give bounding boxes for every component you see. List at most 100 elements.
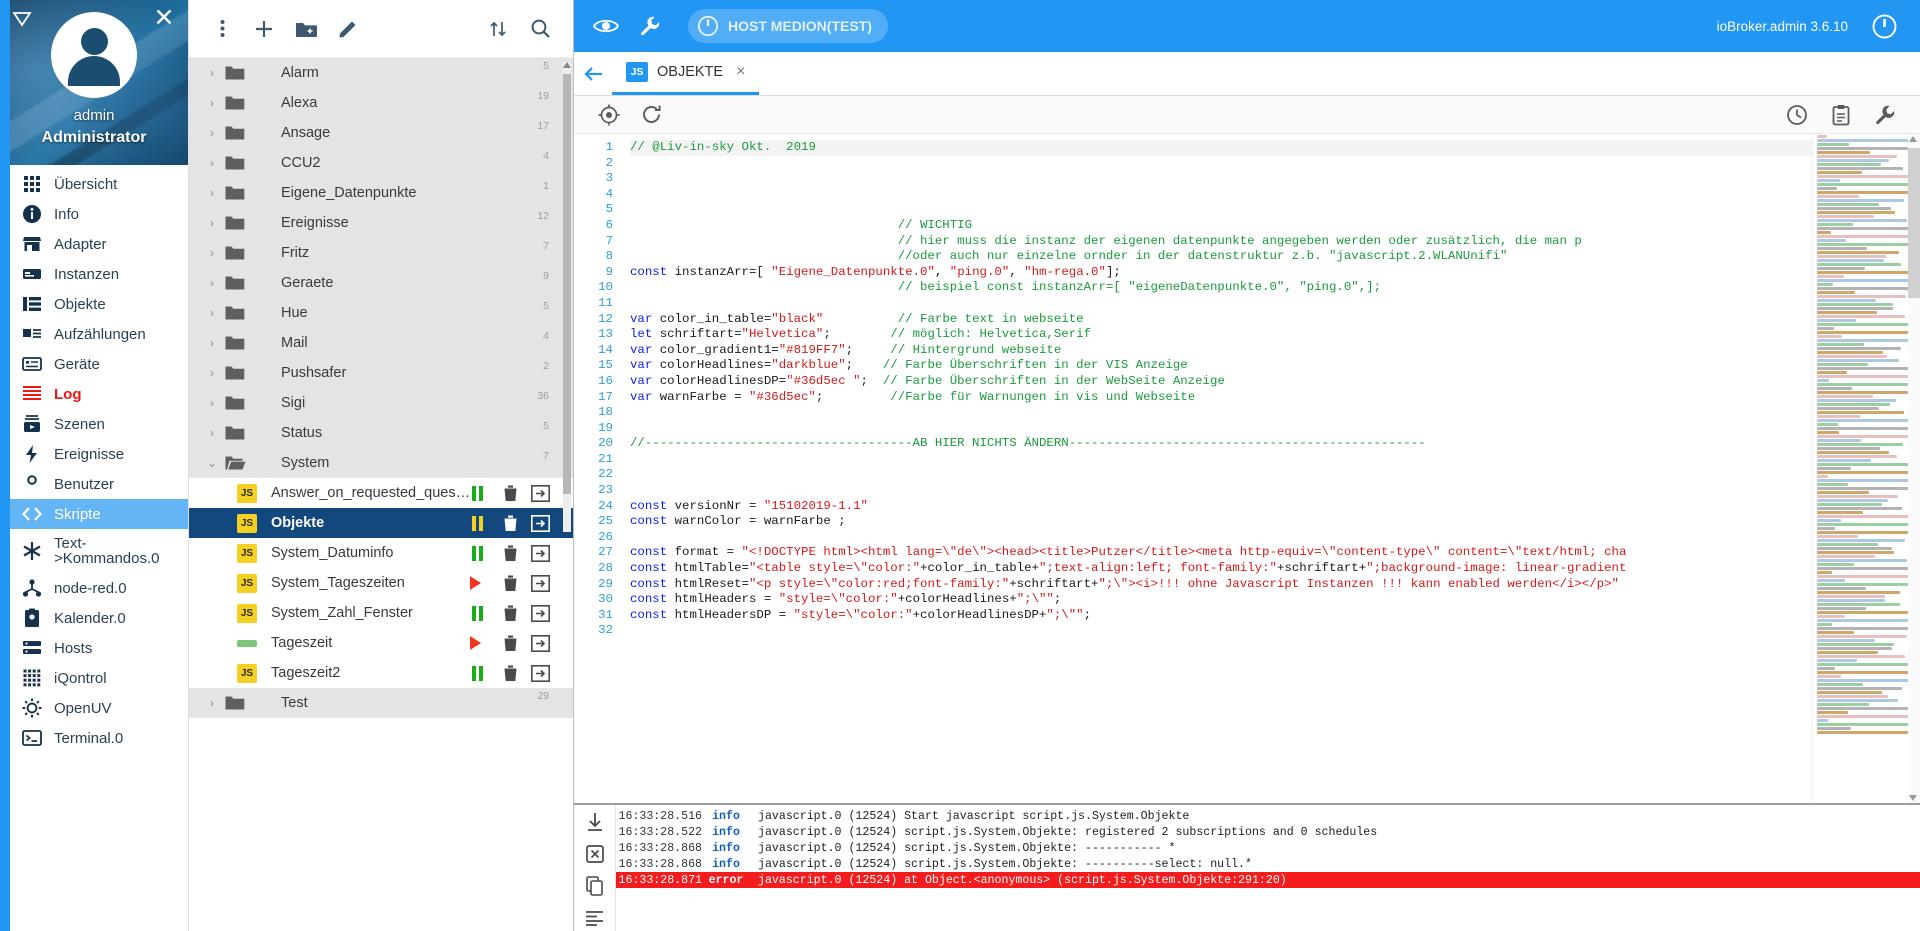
- export-script-icon[interactable]: [525, 514, 555, 532]
- chevron-right-icon[interactable]: ›: [201, 156, 223, 170]
- scroll-thumb[interactable]: [563, 74, 571, 494]
- sidebar-item-bersicht[interactable]: Übersicht: [0, 169, 188, 199]
- download-icon[interactable]: [582, 809, 608, 835]
- code-line[interactable]: var colorHeadlinesDP="#36d5ec "; // Farb…: [630, 374, 1812, 390]
- log-row-error[interactable]: 16:33:28.871 error javascript.0 (12524) at…: [616, 872, 1920, 888]
- code-line[interactable]: const htmlHeadersDP = "style=\"color:"+c…: [630, 608, 1812, 624]
- tree-folder-row[interactable]: › Test 29: [189, 688, 573, 718]
- code-line[interactable]: //oder auch nur einzelne ornder in der d…: [630, 249, 1812, 265]
- chevron-right-icon[interactable]: ›: [201, 306, 223, 320]
- chevron-right-icon[interactable]: ›: [201, 216, 223, 230]
- code-editor[interactable]: 1 2 3 4 5 6 7 8 9 10 11 12 13 14 15 16 17 18 19 20 21 22 23 24 2…: [574, 134, 1812, 803]
- host-chip[interactable]: HOST MEDION(TEST): [688, 9, 888, 43]
- tree-folder-row[interactable]: › Pushsafer 2: [189, 358, 573, 388]
- collapse-menu-icon[interactable]: [11, 8, 33, 30]
- chevron-right-icon[interactable]: ›: [201, 426, 223, 440]
- sidebar-item-iqontrol[interactable]: iQontrol: [0, 663, 188, 693]
- more-vert-icon[interactable]: [203, 10, 241, 48]
- copy-icon[interactable]: [582, 873, 608, 899]
- code-line[interactable]: var warnFarbe = "#36d5ec"; //Farbe für W…: [630, 390, 1812, 406]
- delete-script-icon[interactable]: [495, 515, 525, 532]
- sidebar-item-kalender-0[interactable]: Kalender.0: [0, 603, 188, 633]
- delete-script-icon[interactable]: [495, 605, 525, 622]
- code-line[interactable]: [630, 202, 1812, 218]
- export-script-icon[interactable]: [525, 574, 555, 592]
- tree-folder-row[interactable]: ⌄ System 7: [189, 448, 573, 478]
- add-script-icon[interactable]: [245, 10, 283, 48]
- scroll-up-arrow[interactable]: [563, 62, 571, 68]
- sidebar-item-openuv[interactable]: OpenUV: [0, 693, 188, 723]
- code-line[interactable]: [630, 156, 1812, 172]
- chevron-down-icon[interactable]: ⌄: [201, 456, 223, 470]
- tree-script-row[interactable]: JS System_Zahl_Fenster: [189, 598, 573, 628]
- code-minimap[interactable]: [1812, 134, 1920, 803]
- editor-scroll-up[interactable]: [1909, 136, 1917, 142]
- code-line[interactable]: const instanzArr=[ "Eigene_Datenpunkte.0…: [630, 265, 1812, 281]
- delete-script-icon[interactable]: [495, 575, 525, 592]
- tree-script-row[interactable]: Tageszeit: [189, 628, 573, 658]
- tree-script-row[interactable]: JS Objekte: [189, 508, 573, 538]
- sidebar-item-text-kommandos-0[interactable]: Text- >Kommandos.0: [0, 529, 188, 573]
- editor-scroll-thumb[interactable]: [1908, 148, 1920, 298]
- sort-icon[interactable]: [479, 10, 517, 48]
- tree-folder-row[interactable]: › Eigene_Datenpunkte 1: [189, 178, 573, 208]
- delete-script-icon[interactable]: [495, 665, 525, 682]
- sidebar-item-instanzen[interactable]: Instanzen: [0, 259, 188, 289]
- code-line[interactable]: [630, 187, 1812, 203]
- sidebar-item-ereignisse[interactable]: Ereignisse: [0, 439, 188, 469]
- close-icon[interactable]: ✕: [152, 6, 176, 31]
- chevron-right-icon[interactable]: ›: [201, 186, 223, 200]
- tree-script-row[interactable]: JS System_Datuminfo: [189, 538, 573, 568]
- eye-icon[interactable]: [584, 4, 628, 48]
- tree-folder-row[interactable]: › CCU2 4: [189, 148, 573, 178]
- script-running-pause-icon[interactable]: [471, 665, 483, 681]
- code-line[interactable]: [630, 452, 1812, 468]
- log-row[interactable]: 16:33:28.868 info javascript.0 (12524) scr…: [616, 840, 1920, 856]
- code-line[interactable]: [630, 296, 1812, 312]
- log-row[interactable]: 16:33:28.522 info javascript.0 (12524) scr…: [616, 824, 1920, 840]
- clear-log-icon[interactable]: [582, 841, 608, 867]
- code-line[interactable]: var color_in_table="black" // Farbe text…: [630, 312, 1812, 328]
- sidebar-item-node-red-0[interactable]: node-red.0: [0, 573, 188, 603]
- tree-folder-row[interactable]: › Alexa 19: [189, 88, 573, 118]
- code-line[interactable]: let schriftart="Helvetica"; // möglich: …: [630, 327, 1812, 343]
- code-line[interactable]: // hier muss die instanz der eigenen dat…: [630, 234, 1812, 250]
- export-script-icon[interactable]: [525, 484, 555, 502]
- tree-script-row[interactable]: JS System_Tageszeiten: [189, 568, 573, 598]
- tree-folder-row[interactable]: › Status 5: [189, 418, 573, 448]
- code-line[interactable]: // WICHTIG: [630, 218, 1812, 234]
- code-line[interactable]: const htmlHeaders = "style=\"color:"+col…: [630, 592, 1812, 608]
- editor-scrollbar[interactable]: [1908, 134, 1920, 803]
- code-line[interactable]: [630, 483, 1812, 499]
- code-content[interactable]: // @Liv-in-sky Okt. 2019 // WICHTIG // h…: [622, 134, 1812, 803]
- reload-icon[interactable]: [638, 102, 664, 128]
- sidebar-item-benutzer[interactable]: Benutzer: [0, 469, 188, 499]
- script-running-pause-icon[interactable]: [471, 515, 483, 531]
- tree-folder-row[interactable]: › Mail 4: [189, 328, 573, 358]
- search-icon[interactable]: [521, 10, 559, 48]
- tab-close-icon[interactable]: ×: [736, 63, 745, 81]
- chevron-right-icon[interactable]: ›: [201, 366, 223, 380]
- chevron-right-icon[interactable]: ›: [201, 696, 223, 710]
- chevron-right-icon[interactable]: ›: [201, 396, 223, 410]
- edit-pencil-icon[interactable]: [329, 10, 367, 48]
- tree-folder-row[interactable]: › Fritz 7: [189, 238, 573, 268]
- chevron-right-icon[interactable]: ›: [201, 246, 223, 260]
- script-stopped-play-icon[interactable]: [470, 636, 481, 650]
- script-running-pause-icon[interactable]: [471, 605, 483, 621]
- log-row[interactable]: 16:33:28.516 info javascript.0 (12524) Sta…: [616, 808, 1920, 824]
- sidebar-item-aufz-hlungen[interactable]: Aufzählungen: [0, 319, 188, 349]
- delete-script-icon[interactable]: [495, 635, 525, 652]
- history-icon[interactable]: [1784, 102, 1810, 128]
- chevron-right-icon[interactable]: ›: [201, 336, 223, 350]
- chevron-right-icon[interactable]: ›: [201, 276, 223, 290]
- chevron-right-icon[interactable]: ›: [201, 126, 223, 140]
- sidebar-item-objekte[interactable]: Objekte: [0, 289, 188, 319]
- code-line[interactable]: const htmlReset="<p style=\"color:red;fo…: [630, 577, 1812, 593]
- sidebar-item-info[interactable]: Info: [0, 199, 188, 229]
- export-script-icon[interactable]: [525, 664, 555, 682]
- script-running-pause-icon[interactable]: [471, 545, 483, 561]
- tree-folder-row[interactable]: › Hue 5: [189, 298, 573, 328]
- export-script-icon[interactable]: [525, 634, 555, 652]
- code-line[interactable]: var colorHeadlines="darkblue"; // Farbe …: [630, 358, 1812, 374]
